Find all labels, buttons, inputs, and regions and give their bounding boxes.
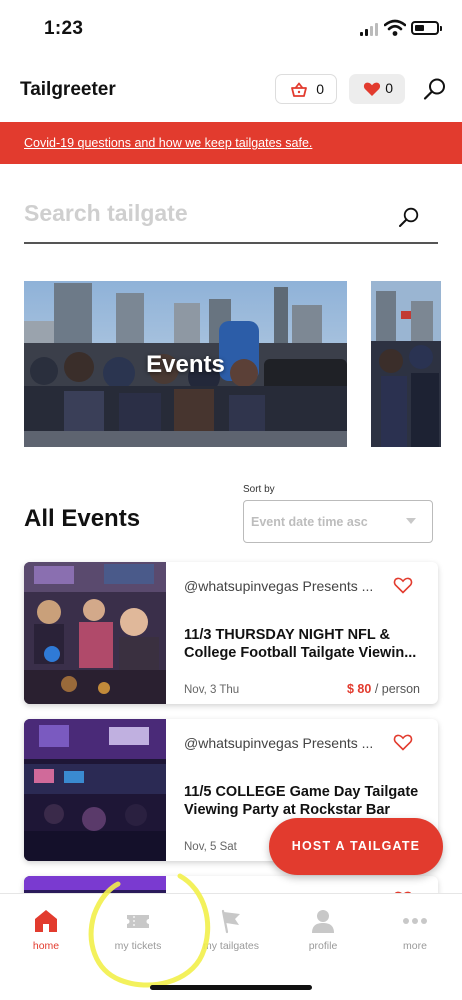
event-title-line-1: 11/3 THURSDAY NIGHT NFL &	[184, 627, 391, 643]
status-bar: 1:23	[0, 0, 462, 60]
nav-label: home	[32, 940, 60, 952]
app-title: Tailgreeter	[20, 79, 116, 100]
flag-icon	[221, 909, 240, 934]
event-title: 11/3 THURSDAY NIGHT NFL & College Footba…	[184, 626, 424, 662]
event-date: Nov, 3 Thu	[184, 684, 240, 696]
bottom-nav: home my tickets my tailgates profile mor…	[0, 893, 462, 1000]
nav-label: my tailgates	[202, 940, 260, 952]
search-icon[interactable]	[398, 206, 420, 228]
heart-icon	[363, 82, 381, 96]
carousel-slide-events[interactable]: Events	[24, 281, 347, 447]
carousel-slide-label: Events	[146, 351, 225, 378]
event-title-line-1: 11/5 COLLEGE Game Day Tailgate	[184, 784, 419, 800]
carousel-slide-next[interactable]	[371, 281, 441, 447]
event-image	[24, 562, 166, 704]
status-time: 1:23	[44, 18, 84, 39]
home-icon	[35, 910, 57, 932]
tailgate-fans-image	[371, 281, 441, 447]
battery-icon	[411, 21, 442, 35]
app-header: Tailgreeter 0 0	[0, 60, 462, 122]
heart-outline-icon[interactable]	[393, 732, 413, 752]
event-date: Nov, 5 Sat	[184, 841, 237, 853]
nav-label: more	[403, 940, 427, 952]
event-organizer: @whatsupinvegas Presents ...	[184, 578, 374, 594]
event-price-amount: $ 80	[347, 682, 372, 696]
search-placeholder: Search tailgate	[24, 200, 188, 226]
sort-select[interactable]: Event date time asc	[243, 500, 433, 543]
section-title: All Events	[24, 505, 141, 532]
chevron-down-icon	[406, 518, 416, 524]
event-image	[24, 719, 166, 861]
search-icon[interactable]	[423, 77, 447, 101]
nav-item-my-tickets[interactable]: my tickets	[103, 908, 173, 958]
favorites-button[interactable]: 0	[349, 74, 405, 104]
cellular-signal-icon	[360, 22, 380, 36]
nav-item-profile[interactable]: profile	[288, 908, 358, 958]
home-indicator	[150, 985, 312, 990]
host-tailgate-button[interactable]: HOST A TAILGATE	[269, 818, 443, 875]
nav-label: my tickets	[114, 940, 162, 952]
event-organizer: @whatsupinvegas Presents ...	[184, 735, 374, 751]
search-input[interactable]: Search tailgate	[24, 190, 438, 244]
favorites-count: 0	[385, 80, 393, 96]
basket-icon	[291, 82, 307, 97]
wifi-icon	[384, 19, 406, 36]
event-price: $ 80 / person	[347, 682, 420, 696]
events-carousel[interactable]: Events	[24, 281, 462, 447]
nav-item-home[interactable]: home	[11, 908, 81, 958]
heart-outline-icon[interactable]	[393, 575, 413, 595]
more-icon	[403, 918, 427, 924]
profile-icon	[312, 910, 334, 933]
event-title-line-2: College Football Tailgate Viewin...	[184, 645, 417, 661]
nav-item-my-tailgates[interactable]: my tailgates	[196, 908, 266, 958]
cart-count: 0	[316, 81, 324, 97]
cart-button[interactable]: 0	[275, 74, 337, 104]
sort-label: Sort by	[243, 484, 275, 495]
sort-select-value: Event date time asc	[251, 515, 368, 529]
event-card[interactable]: @whatsupinvegas Presents ... 11/3 THURSD…	[24, 562, 438, 704]
nav-item-more[interactable]: more	[380, 908, 450, 958]
covid-info-link[interactable]: Covid-19 questions and how we keep tailg…	[24, 136, 312, 150]
event-title-line-2: Viewing Party at Rockstar Bar	[184, 802, 391, 818]
covid-banner: Covid-19 questions and how we keep tailg…	[0, 122, 462, 164]
ticket-icon	[127, 915, 149, 928]
event-price-unit: / person	[374, 682, 420, 696]
event-title: 11/5 COLLEGE Game Day Tailgate Viewing P…	[184, 783, 424, 819]
nav-label: profile	[308, 940, 338, 952]
